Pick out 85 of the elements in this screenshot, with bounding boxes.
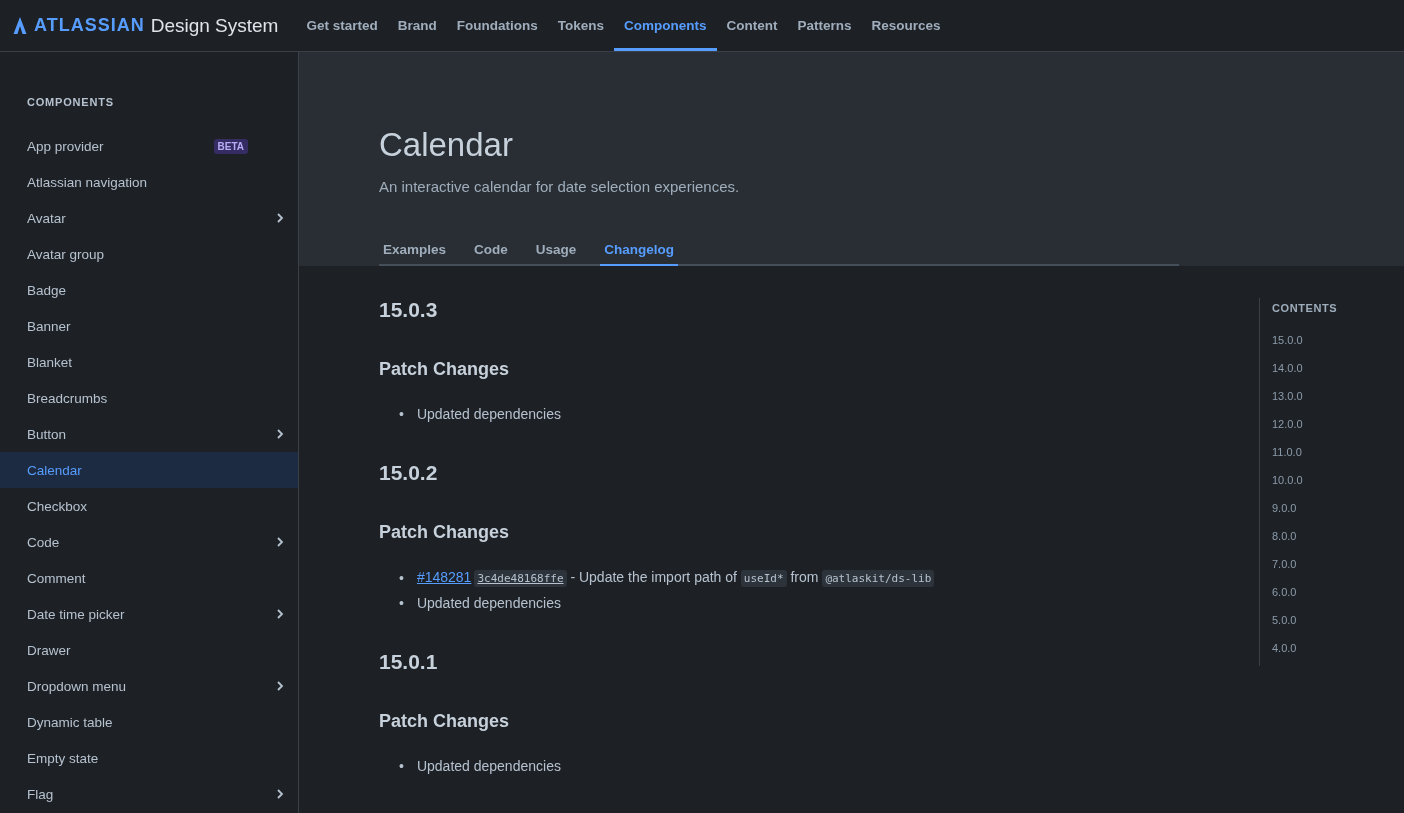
beta-badge: BETA: [213, 138, 248, 154]
sidebar-item[interactable]: Drawer: [0, 632, 298, 668]
sidebar-item-label: Dynamic table: [27, 714, 114, 730]
contents-link[interactable]: 9.0.0: [1272, 494, 1392, 522]
product-name: Design System: [150, 14, 279, 37]
contents-link[interactable]: 6.0.0: [1272, 578, 1392, 606]
sidebar-item[interactable]: Breadcrumbs: [0, 380, 298, 416]
sidebar-item-label: Avatar: [27, 210, 67, 226]
sidebar-item[interactable]: Banner: [0, 308, 298, 344]
sidebar-item[interactable]: Flag: [0, 776, 298, 812]
sidebar-item[interactable]: Atlassian navigation: [0, 164, 298, 200]
bullet: •: [399, 405, 404, 424]
sidebar-item-label: Drawer: [27, 642, 72, 658]
contents-link[interactable]: 11.0.0: [1272, 438, 1392, 466]
nav-link[interactable]: Brand: [387, 0, 447, 51]
sidebar-item[interactable]: Avatar: [0, 200, 298, 236]
changelog-entry: #148281 3c4de48168ffe - Update the import path of useId* from @atlaskit/ds-lib: [416, 565, 935, 591]
contents-link[interactable]: 8.0.0: [1272, 522, 1392, 550]
sidebar-item[interactable]: Dynamic table: [0, 704, 298, 740]
sidebar-item[interactable]: App provider BETA: [0, 128, 298, 164]
sidebar-item-label: Date time picker: [27, 606, 126, 622]
sidebar-item[interactable]: Badge: [0, 272, 298, 308]
sidebar-item-label: Avatar group: [27, 246, 106, 262]
sidebar-item[interactable]: Comment: [0, 560, 298, 596]
nav-link[interactable]: Get started: [296, 0, 388, 51]
section-heading: Patch Changes: [379, 522, 511, 543]
bullet: •: [399, 757, 404, 776]
contents-link[interactable]: 15.0.0: [1272, 326, 1392, 354]
page-title: Calendar: [379, 126, 514, 164]
sidebar-item[interactable]: Dropdown menu: [0, 668, 298, 704]
sidebar-item-label: Button: [27, 426, 68, 442]
sidebar-item[interactable]: Blanket: [0, 344, 298, 380]
nav-link[interactable]: Foundations: [446, 0, 548, 51]
sidebar-heading: COMPONENTS: [26, 96, 115, 110]
contents-link[interactable]: 5.0.0: [1272, 606, 1392, 634]
sidebar-item[interactable]: Button: [0, 416, 298, 452]
contents-link[interactable]: 13.0.0: [1272, 382, 1392, 410]
version-heading: 15.0.2: [379, 461, 439, 485]
tab[interactable]: Usage: [531, 238, 581, 266]
tab[interactable]: Changelog: [600, 238, 679, 266]
sidebar-item[interactable]: Calendar: [0, 452, 298, 488]
version-heading: 15.0.3: [379, 298, 439, 322]
sidebar-item-label: Flag: [27, 786, 55, 802]
sidebar-item-label: Atlassian navigation: [27, 174, 149, 190]
sidebar-item-label: Breadcrumbs: [27, 390, 109, 406]
sidebar-item-label: Badge: [27, 282, 68, 298]
logo-wordmark: ATLASSIAN: [34, 15, 145, 36]
contents-heading: CONTENTS: [1272, 302, 1339, 314]
commit-link[interactable]: 3c4de48168ffe: [474, 570, 567, 587]
sidebar-item[interactable]: Code: [0, 524, 298, 560]
sidebar-item-label: Empty state: [27, 750, 100, 766]
contents-link[interactable]: 10.0.0: [1272, 466, 1392, 494]
contents-link[interactable]: 4.0.0: [1272, 634, 1392, 662]
page-description: An interactive calendar for date selection experiences.: [379, 178, 741, 195]
section-heading: Patch Changes: [379, 359, 511, 380]
contents-link[interactable]: 14.0.0: [1272, 354, 1392, 382]
sidebar-item[interactable]: Avatar group: [0, 236, 298, 272]
nav-link[interactable]: Content: [716, 0, 788, 51]
sidebar-item[interactable]: Date time picker: [0, 596, 298, 632]
sidebar-item-label: Calendar: [27, 462, 83, 478]
tab[interactable]: Code: [470, 238, 512, 266]
contents-link[interactable]: 12.0.0: [1272, 410, 1392, 438]
pull-request-link[interactable]: #148281: [416, 569, 472, 585]
tab[interactable]: Examples: [379, 238, 451, 266]
nav-link[interactable]: Patterns: [787, 0, 862, 51]
bullet: •: [399, 568, 404, 588]
bullet: •: [399, 594, 404, 613]
nav-link[interactable]: Tokens: [547, 0, 614, 51]
sidebar-item[interactable]: Empty state: [0, 740, 298, 776]
sidebar-item-label: Blanket: [27, 354, 74, 370]
sidebar-item-label: Dropdown menu: [27, 678, 128, 694]
changelog-entry: Updated dependencies: [416, 405, 561, 424]
contents-link[interactable]: 7.0.0: [1272, 550, 1392, 578]
version-heading: 15.0.1: [379, 650, 439, 674]
logo-icon: [12, 17, 28, 34]
sidebar-item-label: Comment: [27, 570, 87, 586]
nav-link[interactable]: Resources: [861, 0, 951, 51]
section-heading: Patch Changes: [379, 711, 511, 732]
sidebar-item-label: Checkbox: [27, 498, 89, 514]
changelog-entry: Updated dependencies: [416, 594, 561, 613]
sidebar-item-label: Code: [27, 534, 61, 550]
sidebar-item-label: Banner: [27, 318, 72, 334]
sidebar-item-label: App provider: [27, 138, 105, 154]
sidebar-item[interactable]: Checkbox: [0, 488, 298, 524]
changelog-entry: Updated dependencies: [416, 757, 561, 776]
